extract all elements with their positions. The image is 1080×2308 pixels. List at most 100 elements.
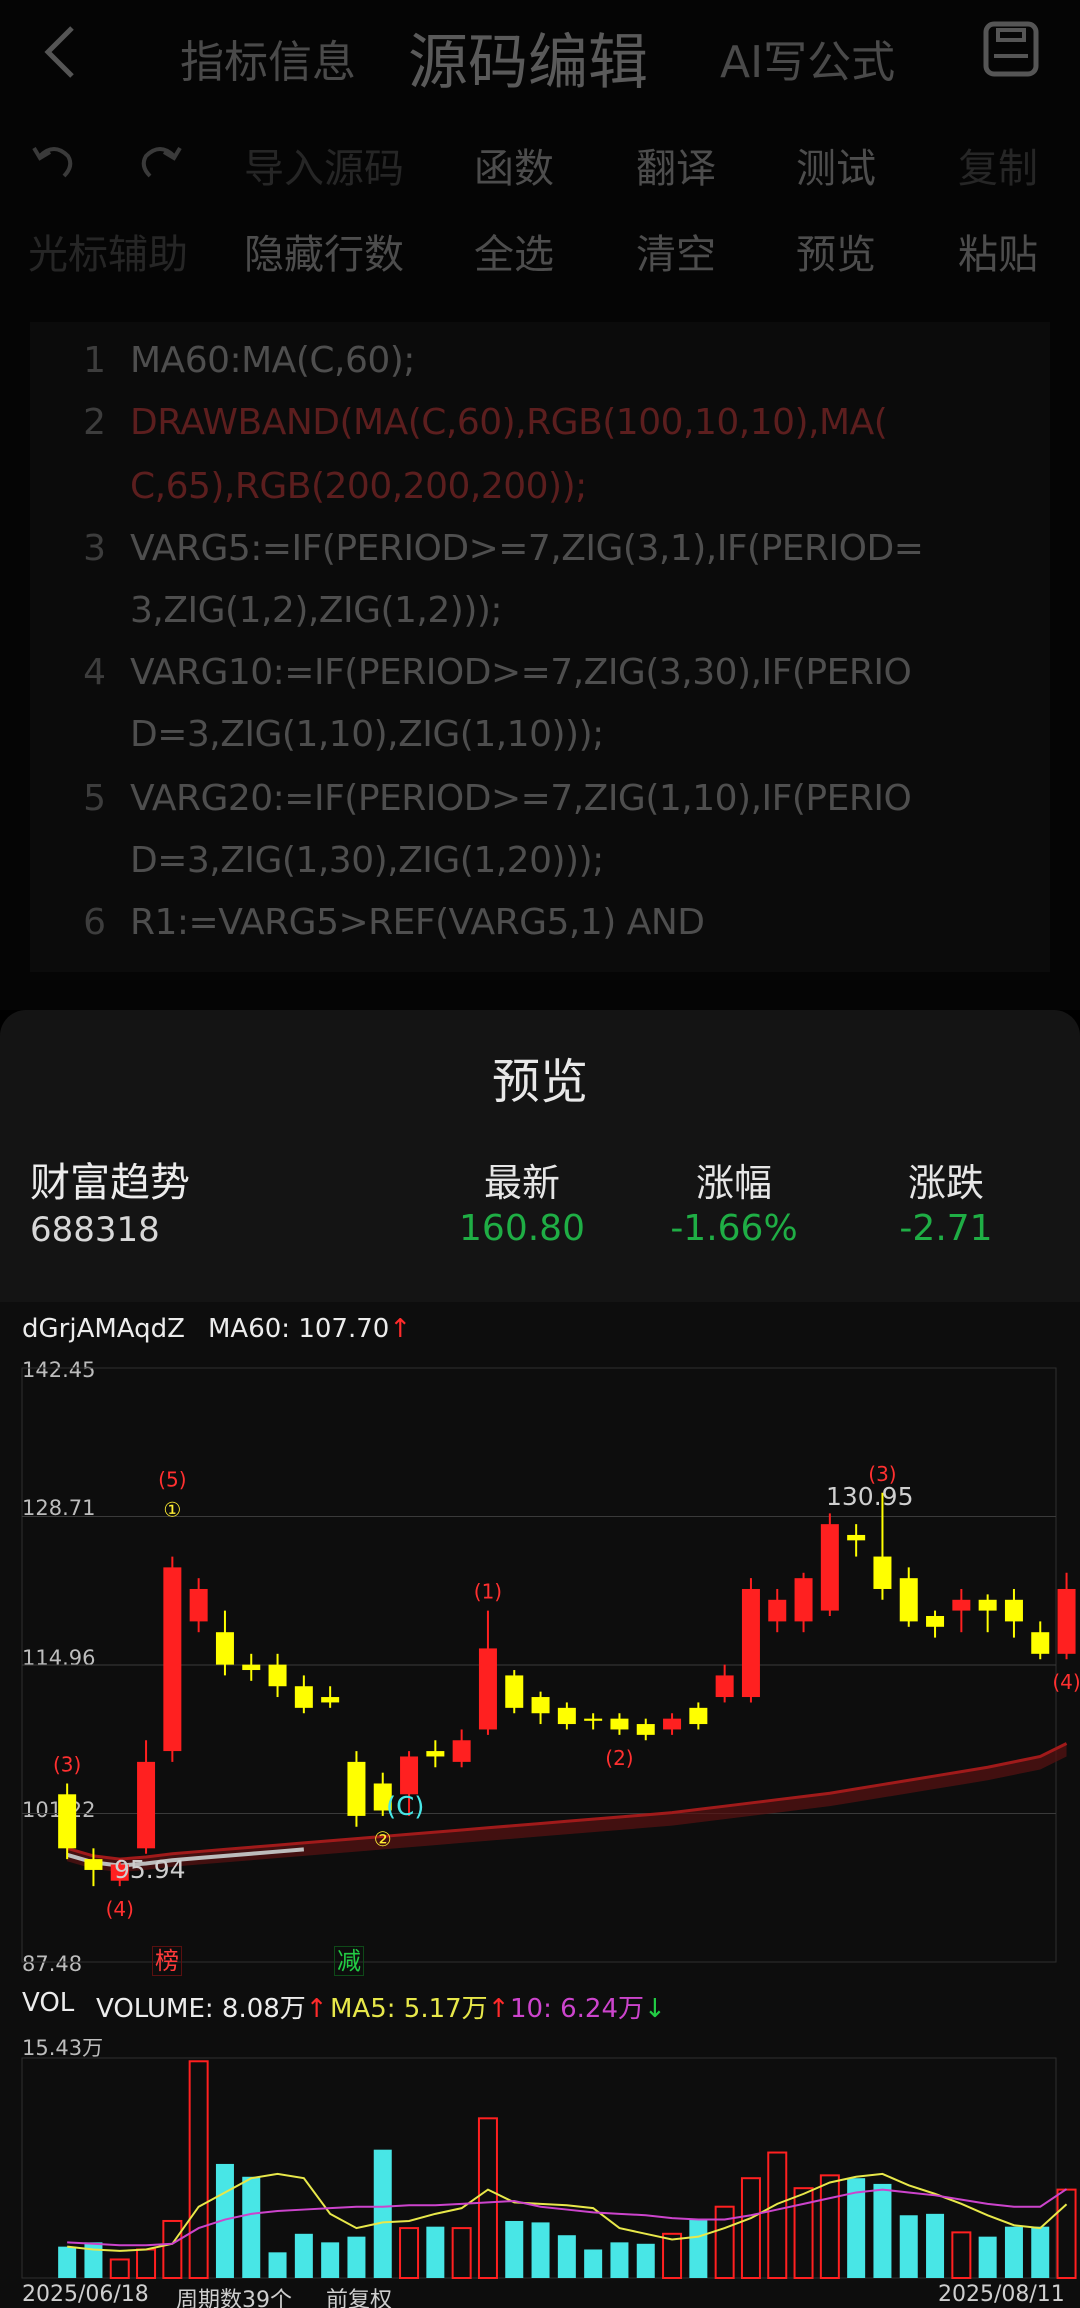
wave-label: (4) xyxy=(106,1897,134,1921)
hide-line-numbers-button[interactable]: 隐藏行数 xyxy=(244,222,404,280)
volume-bar xyxy=(740,2177,761,2279)
candle-body xyxy=(768,1599,787,1622)
vol-ma5-legend: MA5: 5.17万↑ xyxy=(330,1988,509,2025)
volume-bar xyxy=(162,2219,183,2280)
candle-body xyxy=(452,1740,471,1762)
clear-button[interactable]: 清空 xyxy=(636,222,716,280)
candle-body xyxy=(952,1599,971,1611)
import-source-button[interactable]: 导入源码 xyxy=(244,136,404,194)
candle-body xyxy=(1057,1588,1076,1654)
candle-body xyxy=(137,1761,156,1849)
volume-chart[interactable] xyxy=(0,2026,1080,2282)
candle-body xyxy=(715,1675,734,1698)
volume-bar xyxy=(58,2246,77,2278)
code-editor[interactable]: 1 2 3 4 5 6 MA60:MA(C,60); DRAWBAND(MA(C… xyxy=(30,322,1050,972)
change-amount-label: 涨跌 xyxy=(907,1161,984,1205)
volume-bar xyxy=(610,2242,629,2278)
toolbar-row-2: 光标辅助 隐藏行数 全选 清空 预览 粘贴 xyxy=(0,222,1080,302)
candle-body xyxy=(636,1724,655,1735)
candle-body xyxy=(610,1718,629,1730)
line-number: 6 xyxy=(83,902,106,943)
vol-ma10-text: 10: 6.24万 xyxy=(510,1994,644,2024)
wave-label: (4) xyxy=(1052,1670,1080,1694)
candle-body xyxy=(242,1664,261,1671)
code-line: R1:=VARG5>REF(VARG5,1) AND xyxy=(130,902,705,943)
down-arrow-icon: ↓ xyxy=(644,1994,666,2024)
wave-label: ① xyxy=(163,1498,181,1522)
code-line: VARG20:=IF(PERIOD>=7,ZIG(1,10),IF(PERIO xyxy=(130,778,912,819)
volume-bar xyxy=(636,2243,655,2278)
volume-bar xyxy=(373,2149,392,2278)
volume-bar xyxy=(978,2236,997,2278)
test-button[interactable]: 测试 xyxy=(796,136,876,194)
candle-body xyxy=(347,1761,366,1816)
volume-bar xyxy=(347,2236,366,2278)
volume-bar xyxy=(188,2060,209,2279)
select-all-button[interactable]: 全选 xyxy=(474,222,554,280)
tab-indicator-info[interactable]: 指标信息 xyxy=(180,26,356,90)
line-number: 4 xyxy=(83,652,106,693)
ma-band xyxy=(67,1743,1067,1873)
volume-bar xyxy=(1056,2188,1077,2280)
wave-label: ② xyxy=(374,1827,392,1851)
wave-label: (5) xyxy=(158,1468,186,1492)
date-end: 2025/08/11 xyxy=(938,2282,1065,2307)
volume-bar xyxy=(109,2258,130,2279)
volume-bar xyxy=(321,2242,340,2278)
volume-bar xyxy=(584,2249,603,2278)
volume-bar xyxy=(531,2222,550,2278)
functions-button[interactable]: 函数 xyxy=(474,136,554,194)
tab-source-edit[interactable]: 源码编辑 xyxy=(408,14,648,101)
paste-button[interactable]: 粘贴 xyxy=(958,222,1038,280)
candle-body xyxy=(584,1718,603,1721)
volume-bar xyxy=(242,2176,261,2278)
latest-price-value: 160.80 xyxy=(459,1208,585,1249)
candle-body xyxy=(321,1697,340,1703)
vol-volume-text: VOLUME: 8.08万 xyxy=(96,1994,306,2024)
wave-label: (2) xyxy=(605,1746,633,1770)
date-start: 2025/06/18 xyxy=(22,2282,149,2307)
wave-label: (1) xyxy=(474,1580,502,1604)
candle-body xyxy=(215,1632,234,1665)
candle-body xyxy=(58,1794,77,1849)
candle-body xyxy=(741,1588,760,1698)
volume-bar xyxy=(767,2151,788,2279)
volume-bar xyxy=(136,2248,157,2279)
volume-bar xyxy=(873,2183,892,2278)
translate-button[interactable]: 翻译 xyxy=(636,136,716,194)
candle-body xyxy=(163,1567,182,1752)
volume-bar xyxy=(84,2242,103,2278)
back-arrow-icon[interactable] xyxy=(36,22,86,82)
code-line: C,65),RGB(200,200,200)); xyxy=(130,466,587,507)
candle-body xyxy=(794,1578,813,1622)
stock-code: 688318 xyxy=(30,1210,160,1250)
latest-price-label: 最新 xyxy=(483,1161,560,1205)
candle-body xyxy=(557,1707,576,1725)
volume-bar xyxy=(1004,2226,1023,2278)
line-number: 2 xyxy=(83,402,106,443)
code-line: DRAWBAND(MA(C,60),RGB(100,10,10),MA( xyxy=(130,402,888,443)
up-arrow-icon: ↑ xyxy=(305,1994,328,2024)
vol-ma10-legend: 10: 6.24万↓ xyxy=(510,1988,666,2025)
wave-label: (3) xyxy=(53,1752,81,1776)
adjust-mode: 前复权 xyxy=(326,2288,393,2308)
editor-overlay-area: 指标信息 源码编辑 AI写公式 导入源码 函数 翻译 测试 复制 光标辅助 隐藏… xyxy=(0,0,1080,1010)
copy-button[interactable]: 复制 xyxy=(958,136,1038,194)
line-number: 3 xyxy=(83,528,106,569)
candle-body xyxy=(820,1524,839,1611)
volume-bar xyxy=(926,2213,945,2278)
save-icon[interactable] xyxy=(982,20,1040,78)
preview-button[interactable]: 预览 xyxy=(796,222,876,280)
candle-body xyxy=(426,1751,445,1757)
tab-ai-formula[interactable]: AI写公式 xyxy=(720,26,895,90)
volume-bar xyxy=(268,2252,287,2278)
volume-bar xyxy=(819,2174,840,2279)
vol-ma5-text: MA5: 5.17万 xyxy=(330,1994,488,2024)
code-line: MA60:MA(C,60); xyxy=(130,340,415,381)
line-number-gutter: 1 2 3 4 5 6 xyxy=(30,322,118,972)
candle-body xyxy=(663,1718,682,1730)
cursor-assist-button[interactable]: 光标辅助 xyxy=(28,222,188,280)
change-pct-label: 涨幅 xyxy=(695,1161,772,1205)
code-line: 3,ZIG(1,2),ZIG(1,2))); xyxy=(130,590,503,631)
volume-bar xyxy=(1031,2226,1050,2278)
